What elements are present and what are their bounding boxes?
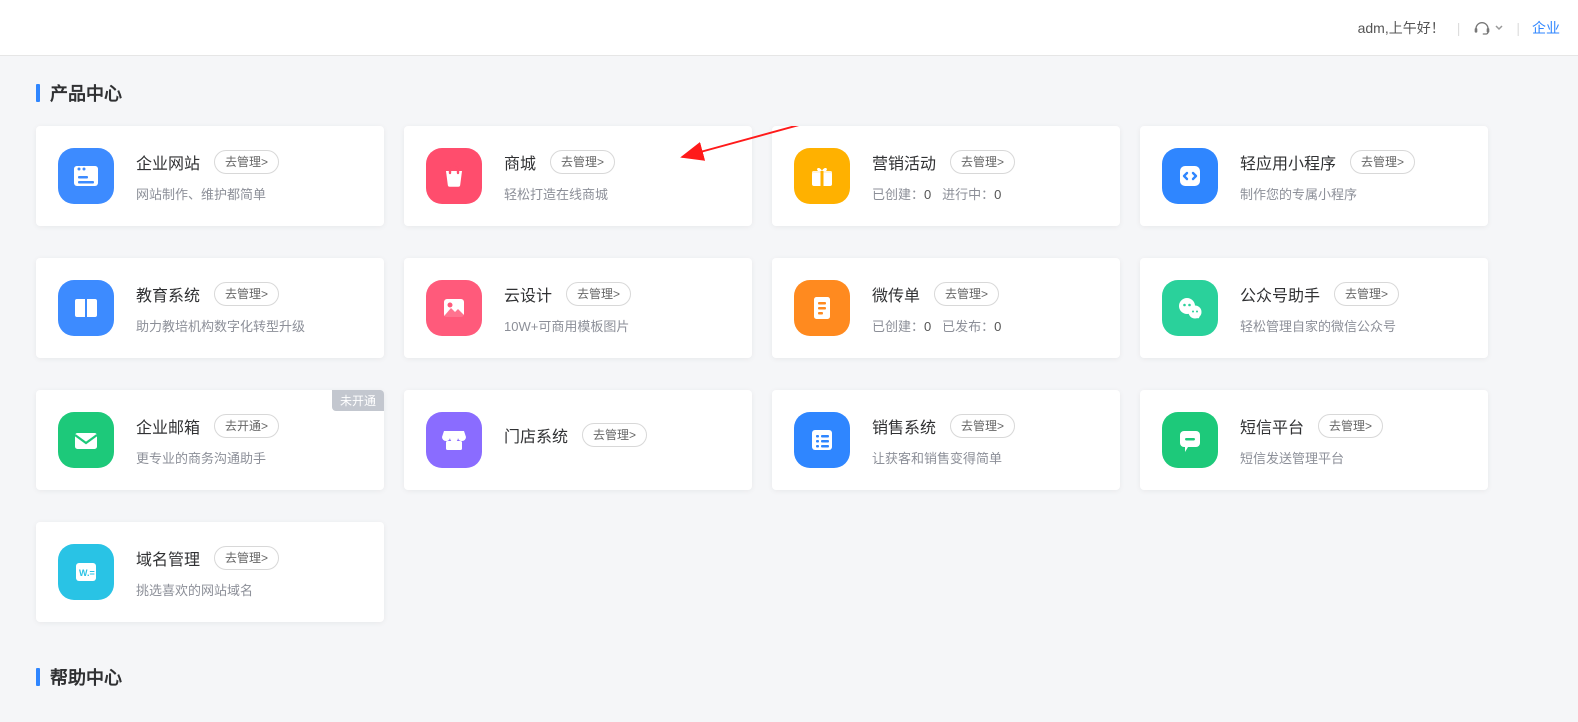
manage-button-wechat[interactable]: 去管理> [1334,282,1399,306]
stat-value: 0 [994,319,1001,334]
enterprise-link[interactable]: 企业 [1532,18,1560,38]
bag-icon [426,148,482,204]
section-title-text: 产品中心 [50,80,122,106]
card-website[interactable]: 企业网站去管理> 网站制作、维护都简单 [36,126,384,226]
card-title: 营销活动 [872,150,936,174]
card-body: 商城去管理> 轻松打造在线商城 [504,150,730,203]
mail-icon [58,412,114,468]
section-title-help-center: 帮助中心 [36,664,1542,690]
card-sms[interactable]: 短信平台去管理> 短信发送管理平台 [1140,390,1488,490]
manage-button-domain[interactable]: 去管理> [214,546,279,570]
card-body: 域名管理去管理> 挑选喜欢的网站域名 [136,546,362,599]
card-body: 销售系统去管理> 让获客和销售变得简单 [872,414,1098,467]
section-title-product-center: 产品中心 [36,80,1542,106]
product-grid: 企业网站去管理>网站制作、维护都简单商城去管理>轻松打造在线商城营销活动去管理>… [36,126,1542,622]
card-design[interactable]: 云设计去管理> 10W+可商用模板图片 [404,258,752,358]
greeting-text: adm,上午好！ [1358,18,1445,38]
card-mail[interactable]: 未开通企业邮箱去开通> 更专业的商务沟通助手 [36,390,384,490]
card-title: 教育系统 [136,282,200,306]
stat-label: 已创建： [872,187,924,202]
card-body: 企业邮箱去开通> 更专业的商务沟通助手 [136,414,362,467]
manage-button-sms[interactable]: 去管理> [1318,414,1383,438]
card-body: 教育系统去管理> 助力教培机构数字化转型升级 [136,282,362,335]
manage-button-website[interactable]: 去管理> [214,150,279,174]
card-subtitle: 10W+可商用模板图片 [504,316,730,335]
card-domain[interactable]: 域名管理去管理> 挑选喜欢的网站域名 [36,522,384,622]
card-title: 短信平台 [1240,414,1304,438]
card-title: 公众号助手 [1240,282,1320,306]
page-icon [794,280,850,336]
list-icon [794,412,850,468]
separator: | [1457,20,1461,36]
card-body: 云设计去管理> 10W+可商用模板图片 [504,282,730,335]
chat-icon [1162,412,1218,468]
card-subtitle: 制作您的专属小程序 [1240,184,1466,203]
manage-button-mail[interactable]: 去开通> [214,414,279,438]
stat-label: 进行中： [942,187,994,202]
manage-button-mall[interactable]: 去管理> [550,150,615,174]
store-icon [426,412,482,468]
card-title: 企业网站 [136,150,200,174]
card-subtitle: 轻松管理自家的微信公众号 [1240,316,1466,335]
stat-label: 已创建： [872,319,924,334]
card-title: 微传单 [872,282,920,306]
card-wechat[interactable]: 公众号助手去管理> 轻松管理自家的微信公众号 [1140,258,1488,358]
card-subtitle: 助力教培机构数字化转型升级 [136,316,362,335]
card-body: 短信平台去管理> 短信发送管理平台 [1240,414,1466,467]
card-title: 商城 [504,150,536,174]
topbar: adm,上午好！ | | 企业 [0,0,1578,56]
manage-button-store[interactable]: 去管理> [582,423,647,447]
card-subtitle: 网站制作、维护都简单 [136,184,362,203]
card-title: 云设计 [504,282,552,306]
manage-button-sales[interactable]: 去管理> [950,414,1015,438]
card-title: 域名管理 [136,546,200,570]
section-title-text: 帮助中心 [50,664,122,690]
card-stats: 已创建：0 已发布：0 [872,316,1098,335]
card-subtitle: 让获客和销售变得简单 [872,448,1098,467]
card-body: 微传单去管理>已创建：0 已发布：0 [872,282,1098,335]
manage-button-leaflet[interactable]: 去管理> [934,282,999,306]
swap-icon [1162,148,1218,204]
stat-label: 已发布： [942,319,994,334]
card-body: 门店系统去管理> [504,423,730,457]
domain-icon [58,544,114,600]
badge-mail: 未开通 [332,390,384,411]
manage-button-design[interactable]: 去管理> [566,282,631,306]
card-body: 公众号助手去管理> 轻松管理自家的微信公众号 [1240,282,1466,335]
manage-button-marketing[interactable]: 去管理> [950,150,1015,174]
card-leaflet[interactable]: 微传单去管理>已创建：0 已发布：0 [772,258,1120,358]
separator: | [1516,20,1520,36]
book-icon [58,280,114,336]
card-subtitle: 更专业的商务沟通助手 [136,448,362,467]
card-edu[interactable]: 教育系统去管理> 助力教培机构数字化转型升级 [36,258,384,358]
card-subtitle: 挑选喜欢的网站域名 [136,580,362,599]
card-miniapp[interactable]: 轻应用小程序去管理> 制作您的专属小程序 [1140,126,1488,226]
browser-icon [58,148,114,204]
gift-icon [794,148,850,204]
card-body: 企业网站去管理> 网站制作、维护都简单 [136,150,362,203]
card-sales[interactable]: 销售系统去管理> 让获客和销售变得简单 [772,390,1120,490]
card-title: 销售系统 [872,414,936,438]
card-subtitle: 轻松打造在线商城 [504,184,730,203]
support-icon[interactable] [1472,18,1504,38]
wechat-icon [1162,280,1218,336]
card-body: 营销活动去管理>已创建：0 进行中：0 [872,150,1098,203]
card-stats: 已创建：0 进行中：0 [872,184,1098,203]
card-store[interactable]: 门店系统去管理> [404,390,752,490]
image-icon [426,280,482,336]
stat-value: 0 [994,187,1001,202]
card-title: 门店系统 [504,423,568,447]
card-title: 企业邮箱 [136,414,200,438]
manage-button-miniapp[interactable]: 去管理> [1350,150,1415,174]
card-marketing[interactable]: 营销活动去管理>已创建：0 进行中：0 [772,126,1120,226]
card-body: 轻应用小程序去管理> 制作您的专属小程序 [1240,150,1466,203]
manage-button-edu[interactable]: 去管理> [214,282,279,306]
card-subtitle: 短信发送管理平台 [1240,448,1466,467]
card-title: 轻应用小程序 [1240,150,1336,174]
card-mall[interactable]: 商城去管理> 轻松打造在线商城 [404,126,752,226]
